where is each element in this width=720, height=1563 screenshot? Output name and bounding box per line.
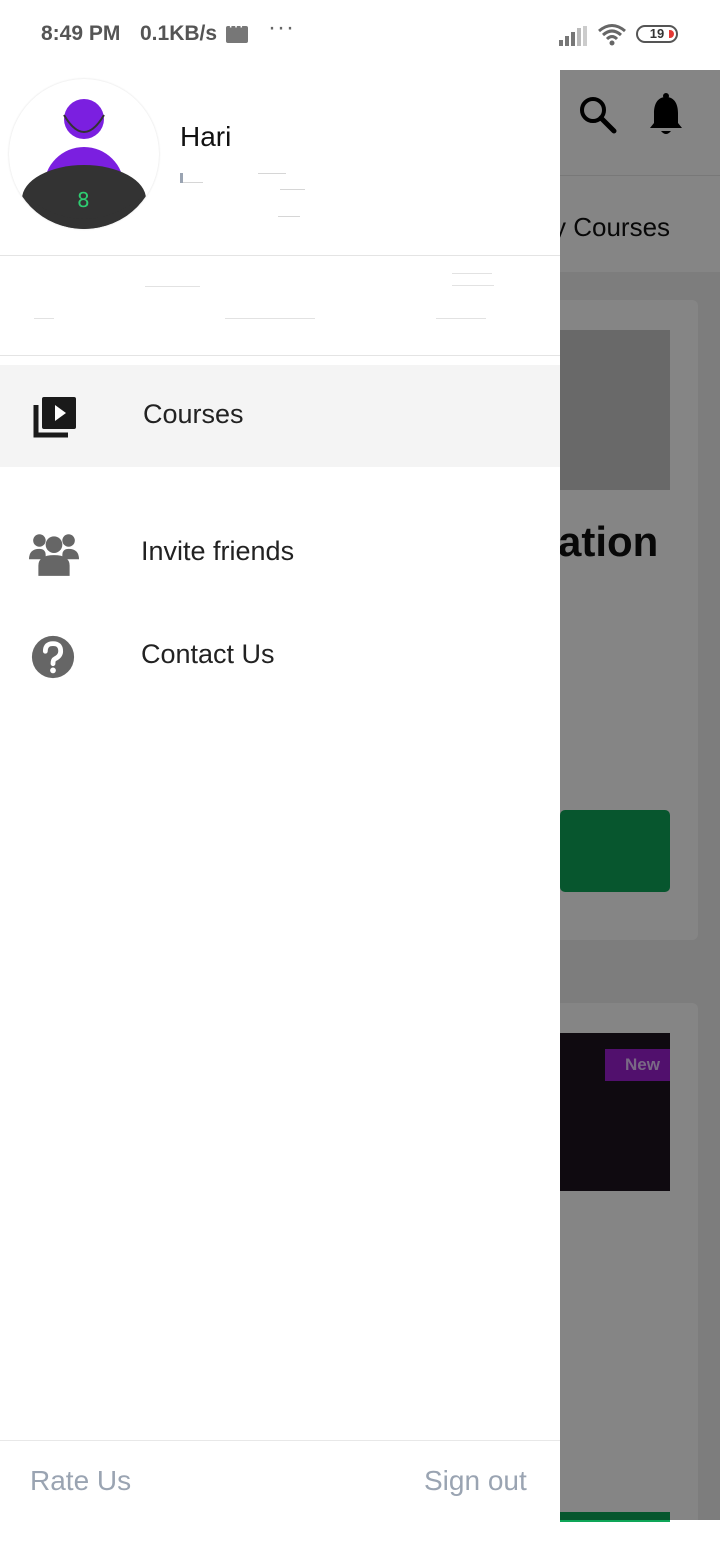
sign-out-link[interactable]: Sign out [424,1465,527,1497]
wifi-icon [598,24,626,46]
navigation-drawer: 8 Hari Courses Invite friends Contact Us… [0,55,560,1520]
more-notifications-icon: ··· [268,14,295,41]
status-network-speed: 0.1KB/s [140,22,218,45]
profile-header: 8 Hari [0,55,560,256]
svg-text:8: 8 [77,188,90,212]
drawer-footer: Rate Us Sign out [0,1440,560,1521]
menu-label-invite-friends: Invite friends [141,536,295,566]
menu-label-courses: Courses [143,399,244,429]
battery-icon: 19 [636,25,678,43]
message-notification-icon [226,18,248,43]
user-email-redacted [180,173,305,217]
menu-item-contact-us[interactable]: Contact Us [0,605,560,707]
user-avatar-icon: 8 [22,99,146,229]
rate-us-link[interactable]: Rate Us [30,1465,131,1497]
avatar[interactable]: 8 [9,79,159,229]
status-bar: 8:49 PM 0.1KB/s ··· 19 [0,0,720,70]
menu-item-courses[interactable]: Courses [0,365,560,467]
signal-icon [559,26,587,46]
group-icon [29,534,79,576]
drawer-info-area [0,255,560,356]
user-name: Hari [180,121,232,152]
status-time: 8:49 PM [41,22,121,45]
video-library-icon [33,397,76,438]
menu-item-invite-friends[interactable]: Invite friends [0,502,560,604]
help-circle-icon [31,635,75,679]
menu-label-contact-us: Contact Us [141,639,275,669]
